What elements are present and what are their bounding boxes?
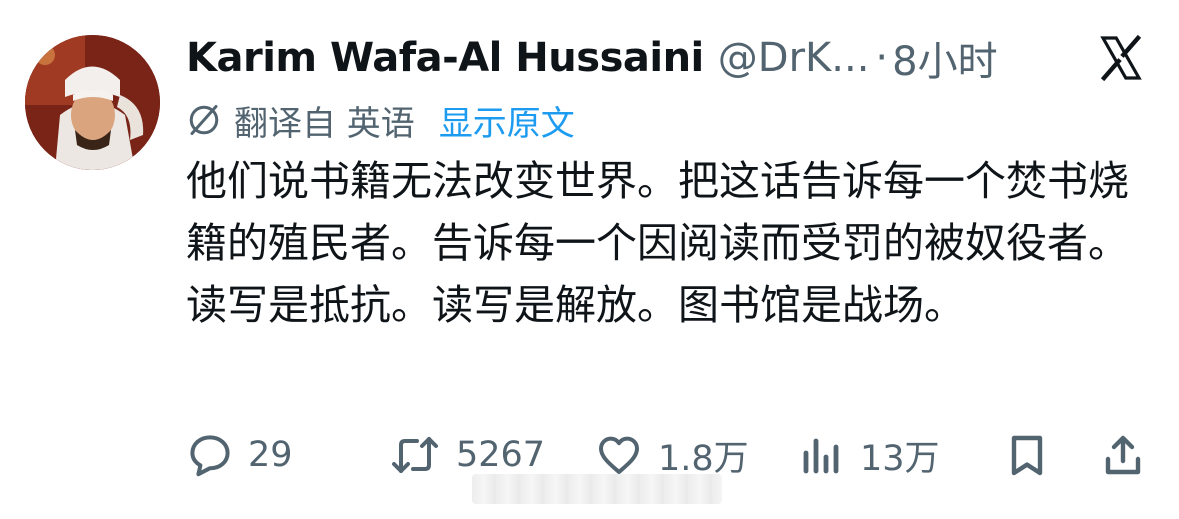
retweet-count: 5267 bbox=[456, 435, 546, 475]
avatar[interactable] bbox=[25, 35, 160, 170]
share-button[interactable] bbox=[1099, 427, 1147, 483]
bookmark-button[interactable] bbox=[1003, 427, 1051, 483]
views-icon bbox=[803, 438, 839, 474]
tweet-header: Karim Wafa-Al Hussaini @DrK... · 8小时 bbox=[186, 30, 998, 86]
author-display-name[interactable]: Karim Wafa-Al Hussaini bbox=[186, 35, 704, 81]
like-count: 1.8万 bbox=[658, 438, 749, 479]
show-original-link[interactable]: 显示原文 bbox=[439, 96, 575, 145]
watermark bbox=[472, 474, 722, 504]
heart-icon bbox=[599, 436, 639, 474]
tweet-card: Karim Wafa-Al Hussaini @DrK... · 8小时 翻译自… bbox=[0, 0, 1179, 519]
reply-icon bbox=[190, 435, 230, 477]
translate-icon bbox=[189, 105, 219, 135]
tweet-text: 他们说书籍无法改变世界。把这话告诉每一个焚书烧籍的殖民者。告诉每一个因阅读而受罚… bbox=[186, 157, 1129, 329]
translated-from-label: 翻译自 英语 bbox=[234, 103, 415, 144]
translation-row: 翻译自 英语 显示原文 bbox=[186, 96, 575, 144]
reply-count: 29 bbox=[248, 435, 293, 475]
post-time[interactable]: 8小时 bbox=[892, 29, 997, 87]
separator-dot: · bbox=[875, 35, 889, 81]
views-count: 13万 bbox=[860, 438, 940, 479]
reply-button[interactable]: 29 bbox=[186, 427, 293, 483]
author-handle[interactable]: @DrK... bbox=[718, 35, 870, 81]
views-button[interactable]: 13万 bbox=[798, 427, 940, 483]
share-icon bbox=[1105, 435, 1141, 475]
retweet-icon bbox=[392, 437, 438, 473]
bookmark-icon bbox=[1011, 435, 1043, 476]
x-logo-icon bbox=[1100, 34, 1142, 82]
